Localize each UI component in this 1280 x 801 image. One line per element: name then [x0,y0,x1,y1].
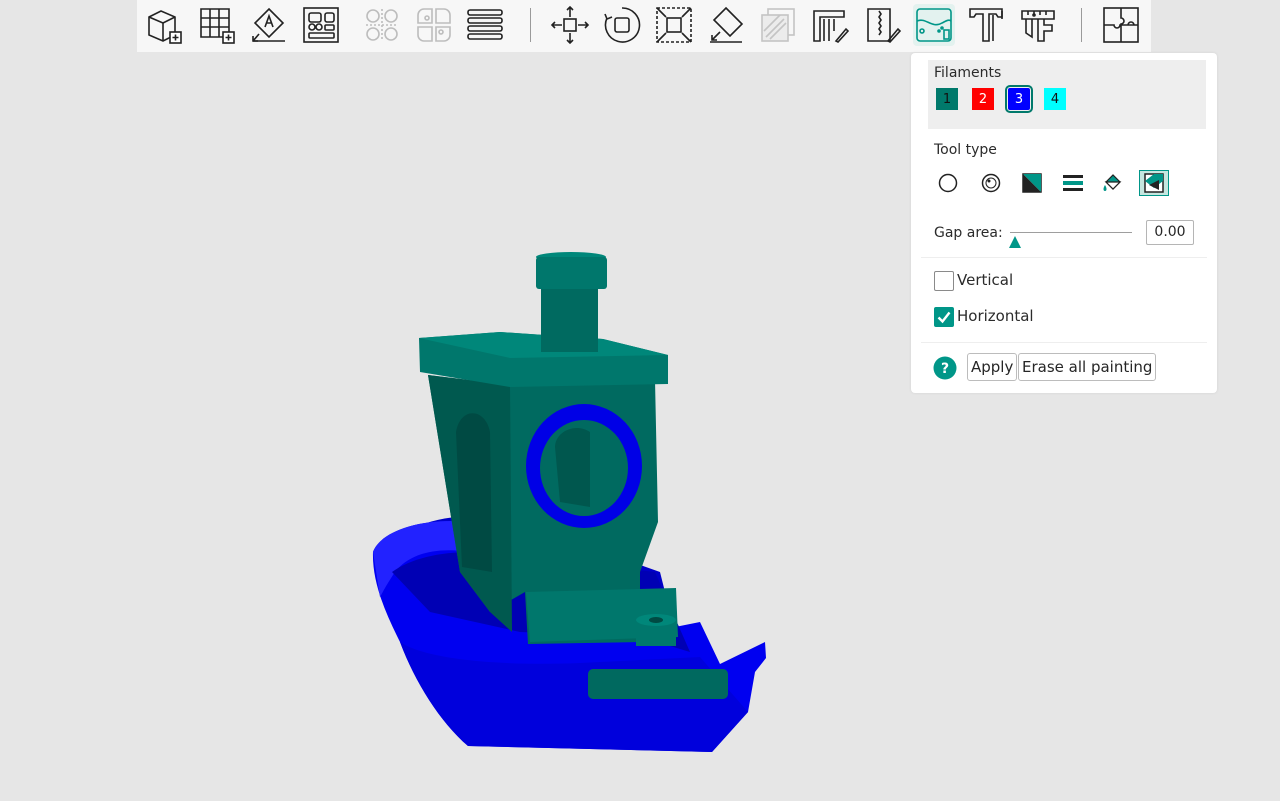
height-range-icon[interactable] [1058,170,1088,196]
move-icon[interactable] [549,4,591,46]
divider [921,342,1207,343]
arrange-icon[interactable] [300,4,342,46]
gap-area-input[interactable]: 0.00 [1146,220,1194,245]
checkmark-icon [937,311,951,324]
help-icon[interactable]: ? [933,356,957,380]
assembly-icon[interactable] [1100,4,1142,46]
filaments-label: Filaments [934,65,1002,81]
layers-icon[interactable] [464,4,506,46]
rotate-icon[interactable] [601,4,643,46]
color-painting-panel: Filaments 1 2 3 4 Tool type Gap area: 0.… [911,53,1217,393]
filament-1-button[interactable]: 1 [936,88,958,110]
cut-icon[interactable] [757,4,799,46]
vertical-checkbox[interactable] [934,271,954,291]
gap-fill-icon[interactable] [1139,170,1169,196]
gap-area-slider-handle[interactable] [1009,233,1021,252]
filament-3-button[interactable]: 3 [1005,85,1033,113]
main-toolbar [137,0,1151,52]
measure-icon[interactable] [1017,4,1059,46]
vertical-label: Vertical [957,271,1014,289]
svg-text:?: ? [941,361,949,377]
split-to-objects-icon[interactable] [361,4,403,46]
horizontal-label: Horizontal [957,307,1034,325]
bucket-fill-icon[interactable] [1097,170,1127,196]
gap-area-slider-track[interactable] [1010,232,1132,233]
gap-area-label: Gap area: [934,225,1003,241]
auto-orient-icon[interactable] [248,4,290,46]
text-icon[interactable] [965,4,1007,46]
circle-brush-icon[interactable] [933,170,963,196]
seam-painting-icon[interactable] [861,4,903,46]
filament-4-button[interactable]: 4 [1044,88,1066,110]
toolbar-separator [530,8,531,42]
add-cube-icon[interactable] [143,4,185,46]
add-plate-icon[interactable] [196,4,238,46]
tool-type-label: Tool type [934,142,997,158]
horizontal-checkbox[interactable] [934,307,954,327]
toolbar-separator [1081,8,1082,42]
apply-button[interactable]: Apply [967,353,1018,381]
place-on-face-icon[interactable] [705,4,747,46]
support-painting-icon[interactable] [809,4,851,46]
filament-2-button[interactable]: 2 [972,88,994,110]
color-painting-icon[interactable] [913,4,955,46]
sphere-brush-icon[interactable] [976,170,1006,196]
scale-icon[interactable] [653,4,695,46]
triangle-fill-icon[interactable] [1017,170,1047,196]
divider [921,257,1207,258]
split-to-parts-icon[interactable] [413,4,455,46]
erase-all-painting-button[interactable]: Erase all painting [1018,353,1157,381]
